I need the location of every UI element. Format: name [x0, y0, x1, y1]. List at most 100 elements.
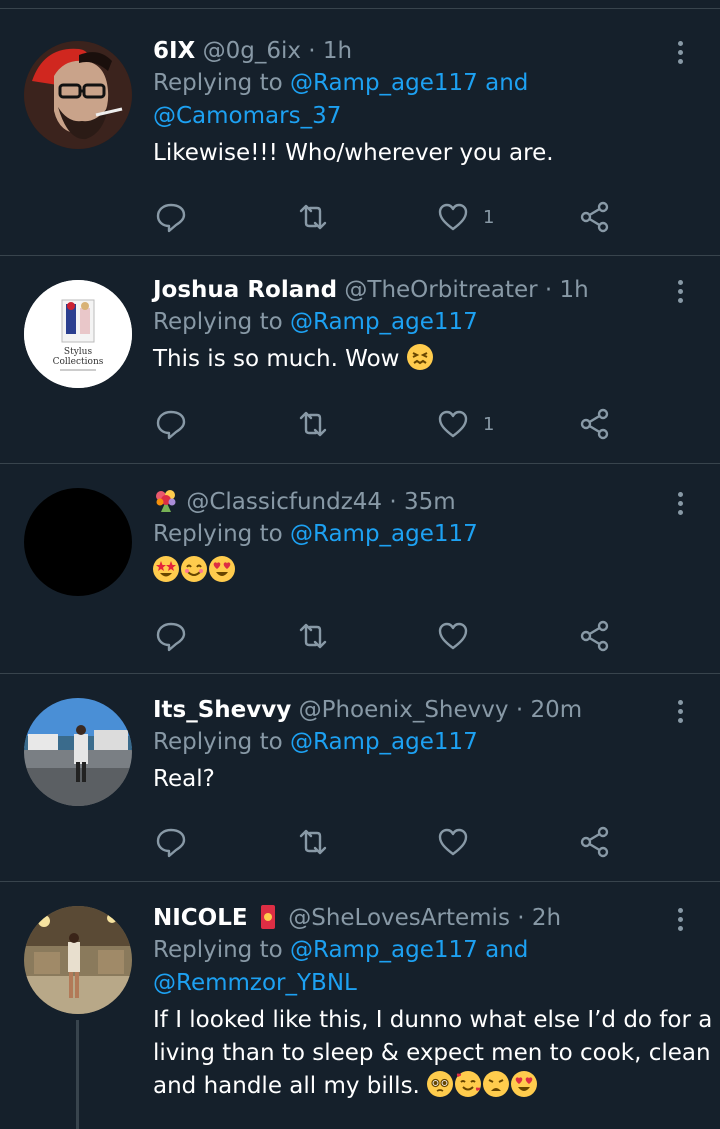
avatar[interactable] — [24, 906, 132, 1014]
user-handle[interactable]: @0g_6ix — [203, 38, 301, 64]
retweet-icon — [299, 829, 327, 855]
replying-prefix: Replying to — [153, 309, 283, 335]
display-name[interactable]: Its_Shevvy — [153, 697, 291, 723]
reply-button[interactable] — [155, 197, 187, 237]
tweet-1[interactable]: 6IX @0g_6ix · 1h Replying to @Ramp_age11… — [0, 17, 720, 255]
retweet-button[interactable] — [297, 197, 329, 237]
timestamp[interactable]: 35m — [404, 489, 456, 515]
timestamp[interactable]: 1h — [323, 38, 352, 64]
timestamp[interactable]: 20m — [530, 697, 582, 723]
separator-dot: · — [517, 905, 525, 931]
star-struck-emoji — [153, 556, 179, 582]
like-button[interactable]: 1 — [437, 197, 494, 237]
smiling-face-emoji — [181, 556, 207, 582]
mention-link[interactable]: @Ramp_age117 — [290, 521, 478, 547]
avatar[interactable]: Stylus Collections — [24, 280, 132, 388]
more-icon[interactable] — [676, 39, 684, 66]
reply-icon — [156, 828, 186, 858]
like-button[interactable] — [437, 822, 469, 862]
user-handle[interactable]: @TheOrbitreater — [344, 277, 537, 303]
like-icon — [438, 622, 468, 650]
avatar-text: Stylus — [64, 347, 93, 357]
retweet-icon — [299, 204, 327, 230]
reply-icon — [156, 410, 186, 440]
tweet-header: Joshua Roland @TheOrbitreater · 1h — [153, 274, 693, 306]
avatar[interactable] — [24, 698, 132, 806]
user-handle[interactable]: @Phoenix_Shevvy — [299, 697, 509, 723]
separator-dot: · — [544, 277, 553, 303]
share-button[interactable] — [579, 404, 611, 444]
reply-button[interactable] — [155, 822, 187, 862]
replying-prefix: Replying to — [153, 70, 283, 96]
tweet-3[interactable]: @Classicfundz44 · 35m Replying to @Ramp_… — [0, 464, 720, 673]
tweet-4[interactable]: Its_Shevvy @Phoenix_Shevvy · 20m Replyin… — [0, 674, 720, 881]
heart-eyes-emoji — [209, 556, 235, 582]
reply-button[interactable] — [155, 616, 187, 656]
tweet-header: 6IX @0g_6ix · 1h — [153, 35, 693, 67]
tweet-text — [153, 555, 693, 588]
replying-to: Replying to @Ramp_age117 and @Camomars_3… — [153, 67, 693, 133]
heart-eyes-emoji — [511, 1071, 538, 1097]
red-envelope-emoji — [260, 905, 275, 929]
weary-face-emoji — [483, 1071, 510, 1097]
pleading-face-emoji — [427, 1071, 454, 1097]
tweet-text: This is so much. Wow — [153, 343, 693, 376]
reply-button[interactable] — [155, 404, 187, 444]
replying-to: Replying to @Ramp_age117 — [153, 726, 693, 759]
avatar[interactable] — [24, 488, 132, 596]
mention-link[interactable]: @Ramp_age117 and — [290, 937, 528, 963]
tweet-5[interactable]: NICOLE @SheLovesArtemis · 2h Replying to… — [0, 882, 720, 1129]
like-icon — [438, 203, 468, 231]
tweet-header: NICOLE @SheLovesArtemis · 2h — [153, 902, 693, 934]
tweet-actions: 1 — [153, 404, 623, 444]
retweet-button[interactable] — [297, 404, 329, 444]
like-button[interactable] — [437, 616, 469, 656]
replying-prefix: Replying to — [153, 937, 283, 963]
reply-icon — [156, 622, 186, 652]
like-button[interactable]: 1 — [437, 404, 494, 444]
like-count: 1 — [483, 206, 495, 228]
reply-icon — [156, 203, 186, 233]
retweet-icon — [299, 411, 327, 437]
replying-to: Replying to @Ramp_age117 — [153, 306, 693, 339]
more-icon[interactable] — [676, 906, 684, 933]
more-icon[interactable] — [676, 698, 684, 725]
mention-link[interactable]: @Camomars_37 — [153, 103, 341, 129]
avatar[interactable] — [24, 41, 132, 149]
tweet-text: Likewise!!! Who/wherever you are. — [153, 140, 554, 166]
tweet-2[interactable]: Stylus Collections Joshua Roland @TheOrb… — [0, 256, 720, 463]
separator-dot: · — [308, 38, 316, 64]
more-icon[interactable] — [676, 278, 684, 305]
share-icon — [580, 201, 609, 233]
tweet-text-line: If I looked like this, I dunno what else… — [153, 1007, 713, 1033]
display-name[interactable]: NICOLE — [153, 905, 248, 931]
tweet-actions — [153, 822, 623, 862]
avatar-text: Collections — [53, 357, 104, 367]
tweet-text-line: living than to sleep & expect men to coo… — [153, 1040, 711, 1066]
mention-link[interactable]: @Remmzor_YBNL — [153, 970, 357, 996]
bouquet-emoji — [153, 487, 179, 513]
like-icon — [438, 828, 468, 856]
retweet-button[interactable] — [297, 616, 329, 656]
share-button[interactable] — [579, 822, 611, 862]
tweet-text: Real? — [153, 766, 215, 792]
timestamp[interactable]: 1h — [560, 277, 589, 303]
tweet-text: If I looked like this, I dunno what else… — [153, 1004, 712, 1103]
more-icon[interactable] — [676, 490, 684, 517]
retweet-button[interactable] — [297, 822, 329, 862]
user-handle[interactable]: @Classicfundz44 — [186, 489, 382, 515]
replying-prefix: Replying to — [153, 729, 283, 755]
smiling-face-with-hearts-emoji — [455, 1071, 482, 1097]
display-name[interactable]: Joshua Roland — [153, 277, 337, 303]
share-button[interactable] — [579, 616, 611, 656]
share-button[interactable] — [579, 197, 611, 237]
tweet-header: @Classicfundz44 · 35m — [153, 486, 693, 518]
mention-link[interactable]: @Ramp_age117 — [290, 729, 478, 755]
top-divider — [0, 8, 720, 9]
share-icon — [580, 826, 609, 858]
mention-link[interactable]: @Ramp_age117 and — [290, 70, 528, 96]
user-handle[interactable]: @SheLovesArtemis — [288, 905, 510, 931]
timestamp[interactable]: 2h — [532, 905, 561, 931]
display-name[interactable]: 6IX — [153, 38, 195, 64]
mention-link[interactable]: @Ramp_age117 — [290, 309, 478, 335]
